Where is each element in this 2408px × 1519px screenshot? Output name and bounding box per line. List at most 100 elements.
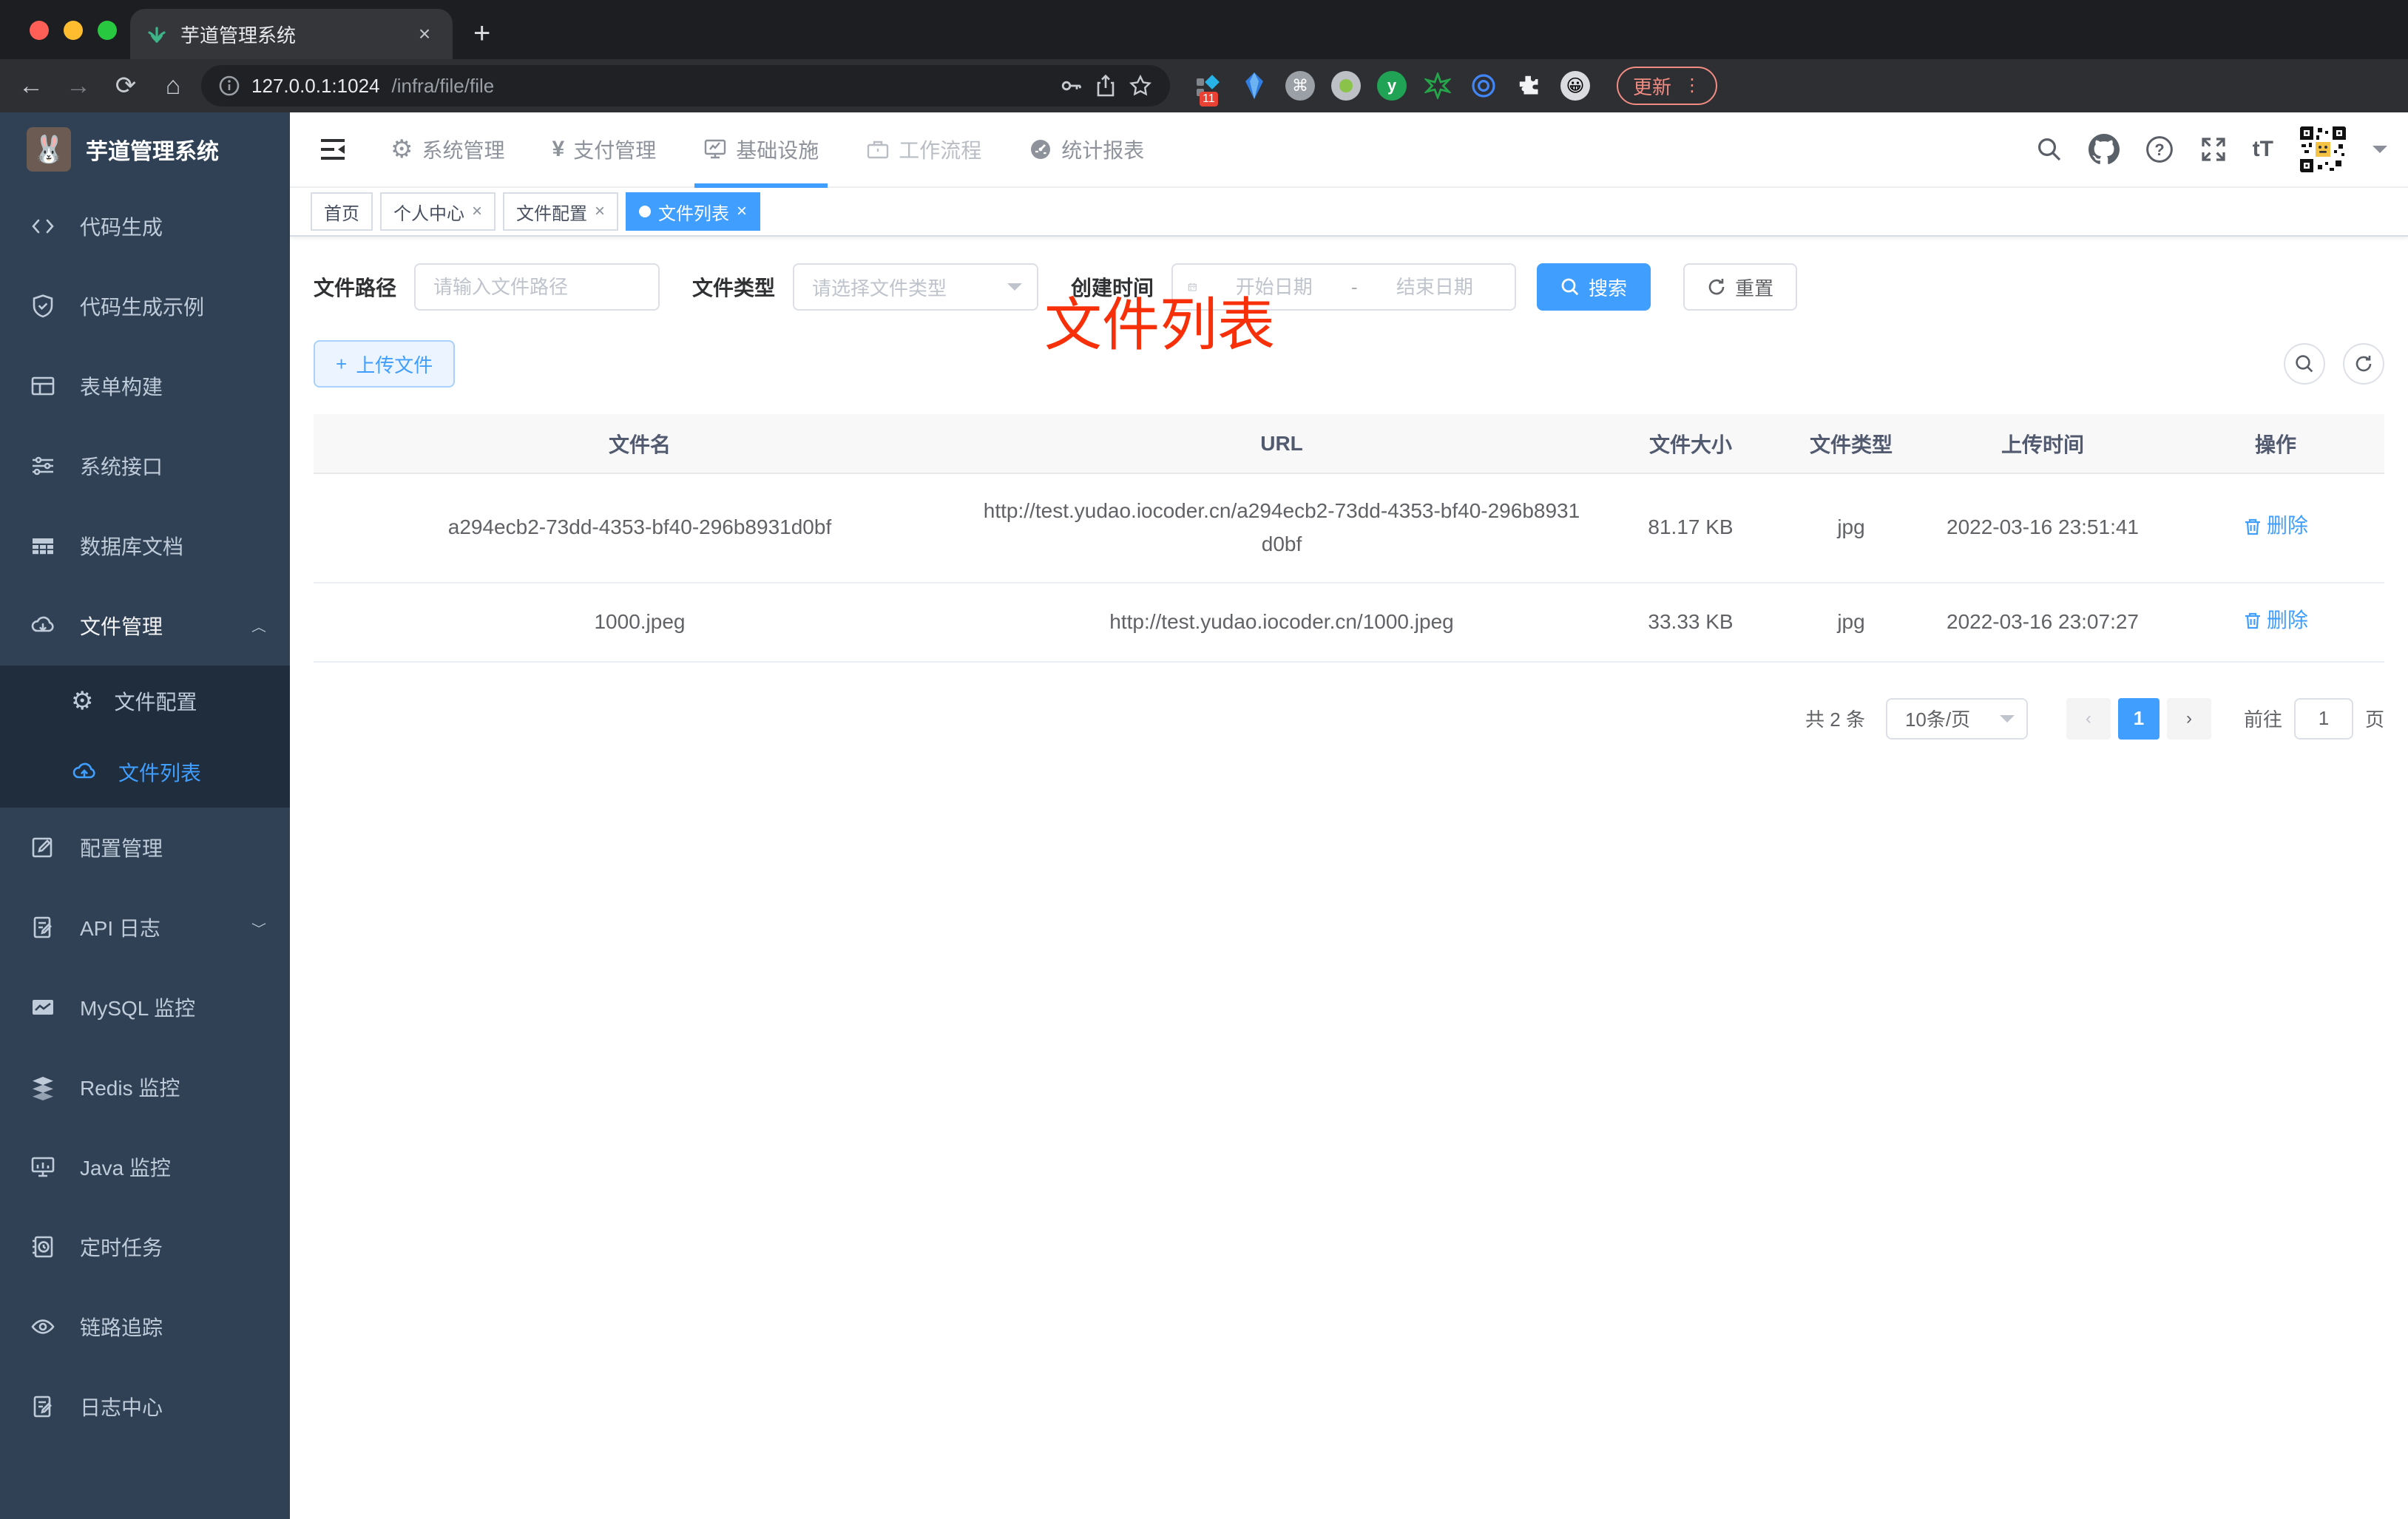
cell-url: http://test.yudao.iocoder.cn/1000.jpeg bbox=[966, 582, 1597, 663]
github-icon[interactable] bbox=[2088, 134, 2120, 165]
sidebar-item-file-config[interactable]: ⚙ 文件配置 bbox=[0, 666, 290, 737]
document-edit-icon bbox=[33, 1395, 53, 1418]
sidebar-item-mysql-monitor[interactable]: MySQL 监控 bbox=[0, 967, 290, 1047]
refresh-table-button[interactable] bbox=[2343, 343, 2384, 385]
sidebar-item-log-center[interactable]: 日志中心 bbox=[0, 1367, 290, 1447]
goto-page-input[interactable] bbox=[2293, 697, 2353, 740]
search-button[interactable]: 搜索 bbox=[1537, 263, 1651, 311]
forward-button[interactable]: → bbox=[59, 72, 98, 101]
top-nav-payment[interactable]: ¥ 支付管理 bbox=[529, 112, 680, 186]
edit-square-icon bbox=[32, 837, 53, 858]
prev-page-button[interactable]: ‹ bbox=[2066, 697, 2111, 740]
end-date-input[interactable] bbox=[1369, 275, 1501, 299]
sidebar-item-form-builder[interactable]: 表单构建 bbox=[0, 346, 290, 426]
delete-button[interactable]: 删除 bbox=[2243, 510, 2308, 543]
favicon-plant-icon bbox=[148, 27, 166, 43]
cloud-download-icon bbox=[31, 616, 54, 632]
cell-type: jpg bbox=[1784, 473, 1918, 583]
extensions-puzzle-icon[interactable] bbox=[1515, 71, 1544, 101]
trash-icon bbox=[2245, 612, 2260, 629]
chevron-up-icon: ︿ bbox=[251, 620, 266, 634]
extension-blocker-icon[interactable]: 11 bbox=[1194, 71, 1223, 106]
sidebar-item-system-api[interactable]: 系统接口 bbox=[0, 426, 290, 506]
address-bar[interactable]: 127.0.0.1:1024/infra/file/file bbox=[201, 65, 1170, 106]
delete-button[interactable]: 删除 bbox=[2243, 604, 2308, 637]
trash-icon bbox=[2245, 518, 2260, 535]
url-host: 127.0.0.1:1024 bbox=[251, 74, 380, 97]
sidebar-item-db-doc[interactable]: 数据库文档 bbox=[0, 506, 290, 586]
sidebar-item-cron-jobs[interactable]: 定时任务 bbox=[0, 1207, 290, 1287]
cell-upload-time: 2022-03-16 23:51:41 bbox=[1918, 473, 2167, 583]
avatar-caret-icon[interactable] bbox=[2373, 146, 2387, 160]
extension-eye-icon[interactable] bbox=[1469, 71, 1498, 101]
top-nav-infrastructure[interactable]: 基础设施 bbox=[680, 112, 842, 188]
browser-update-button[interactable]: 更新 ⋮ bbox=[1617, 67, 1718, 105]
site-info-icon[interactable] bbox=[219, 75, 240, 96]
tag-close-icon[interactable]: × bbox=[472, 201, 482, 222]
extension-star-icon[interactable] bbox=[1423, 71, 1452, 101]
reset-button[interactable]: 重置 bbox=[1683, 263, 1798, 311]
sidebar-item-redis-monitor[interactable]: Redis 监控 bbox=[0, 1047, 290, 1127]
share-icon[interactable] bbox=[1095, 74, 1117, 98]
font-size-icon[interactable]: tT bbox=[2253, 137, 2273, 162]
extension-dot-icon[interactable] bbox=[1331, 71, 1361, 101]
cell-size: 33.33 KB bbox=[1597, 582, 1784, 663]
current-page-button[interactable]: 1 bbox=[2117, 697, 2160, 740]
home-button[interactable]: ⌂ bbox=[154, 72, 192, 101]
sidebar-item-config-management[interactable]: 配置管理 bbox=[0, 808, 290, 887]
password-key-icon[interactable] bbox=[1059, 74, 1083, 98]
page-size-select[interactable]: 10条/页 bbox=[1885, 697, 2028, 740]
extension-emoji-icon[interactable]: 😀 bbox=[1560, 71, 1590, 101]
minimize-window-button[interactable] bbox=[64, 21, 83, 40]
bookmark-star-icon[interactable] bbox=[1129, 74, 1152, 98]
window-controls[interactable] bbox=[30, 21, 117, 40]
tag-profile[interactable]: 个人中心 × bbox=[380, 192, 496, 231]
sidebar-item-trace[interactable]: 链路追踪 bbox=[0, 1287, 290, 1367]
extension-cmd-icon[interactable]: ⌘ bbox=[1285, 71, 1315, 101]
close-window-button[interactable] bbox=[30, 21, 49, 40]
help-icon[interactable]: ? bbox=[2145, 135, 2174, 164]
tag-file-list[interactable]: 文件列表 × bbox=[626, 192, 761, 231]
search-icon[interactable] bbox=[2035, 135, 2063, 163]
sidebar-item-code-gen-demo[interactable]: 代码生成示例 bbox=[0, 266, 290, 346]
maximize-window-button[interactable] bbox=[98, 21, 117, 40]
browser-tab[interactable]: 芋道管理系统 × bbox=[130, 9, 453, 59]
app-logo-row[interactable]: 🐰 芋道管理系统 bbox=[0, 112, 290, 186]
sidebar-item-file-management[interactable]: 文件管理 ︿ bbox=[0, 586, 290, 666]
extension-y-icon[interactable]: y bbox=[1377, 71, 1407, 101]
page-suffix-label: 页 bbox=[2364, 708, 2384, 731]
show-search-toggle-button[interactable] bbox=[2284, 343, 2325, 385]
tag-home[interactable]: 首页 bbox=[311, 192, 373, 231]
new-tab-button[interactable]: + bbox=[473, 17, 490, 50]
tag-close-icon[interactable]: × bbox=[737, 201, 747, 222]
sidebar-item-file-list[interactable]: 文件列表 bbox=[0, 737, 290, 808]
top-nav: ⚙ 系统管理 ¥ 支付管理 基础设施 工作流程 统计报表 bbox=[367, 112, 1168, 188]
app-header: ⚙ 系统管理 ¥ 支付管理 基础设施 工作流程 统计报表 ? tT bbox=[290, 112, 2408, 188]
file-type-select[interactable]: 请选择文件类型 bbox=[793, 263, 1039, 311]
tag-file-config[interactable]: 文件配置 × bbox=[503, 192, 619, 231]
sidebar-collapse-icon[interactable] bbox=[319, 138, 346, 161]
browser-menu-icon[interactable]: ⋮ bbox=[1683, 77, 1701, 95]
extension-gem-icon[interactable] bbox=[1239, 71, 1269, 101]
sidebar-item-java-monitor[interactable]: Java 监控 bbox=[0, 1127, 290, 1207]
scheduled-task-icon bbox=[33, 1236, 53, 1258]
sliders-icon bbox=[33, 456, 53, 476]
next-page-button[interactable]: › bbox=[2166, 697, 2211, 740]
col-upload-time: 上传时间 bbox=[1918, 414, 2167, 474]
top-nav-report[interactable]: 统计报表 bbox=[1005, 112, 1168, 186]
upload-file-button[interactable]: + 上传文件 bbox=[314, 340, 456, 388]
header-tools: ? tT bbox=[2035, 125, 2387, 174]
top-nav-system[interactable]: ⚙ 系统管理 bbox=[367, 112, 529, 186]
sidebar-item-api-log[interactable]: API 日志 ﹀ bbox=[0, 887, 290, 967]
reload-button[interactable]: ⟳ bbox=[106, 71, 145, 101]
file-path-input[interactable] bbox=[433, 275, 641, 299]
table-icon bbox=[33, 538, 53, 555]
top-nav-workflow[interactable]: 工作流程 bbox=[842, 112, 1005, 186]
tab-close-icon[interactable]: × bbox=[411, 21, 438, 47]
fullscreen-icon[interactable] bbox=[2199, 135, 2228, 163]
table-row: 1000.jpeg http://test.yudao.iocoder.cn/1… bbox=[314, 582, 2384, 663]
sidebar-item-code-gen[interactable]: 代码生成 bbox=[0, 186, 290, 266]
avatar[interactable] bbox=[2299, 125, 2347, 174]
back-button[interactable]: ← bbox=[12, 72, 50, 101]
tag-close-icon[interactable]: × bbox=[595, 201, 605, 222]
